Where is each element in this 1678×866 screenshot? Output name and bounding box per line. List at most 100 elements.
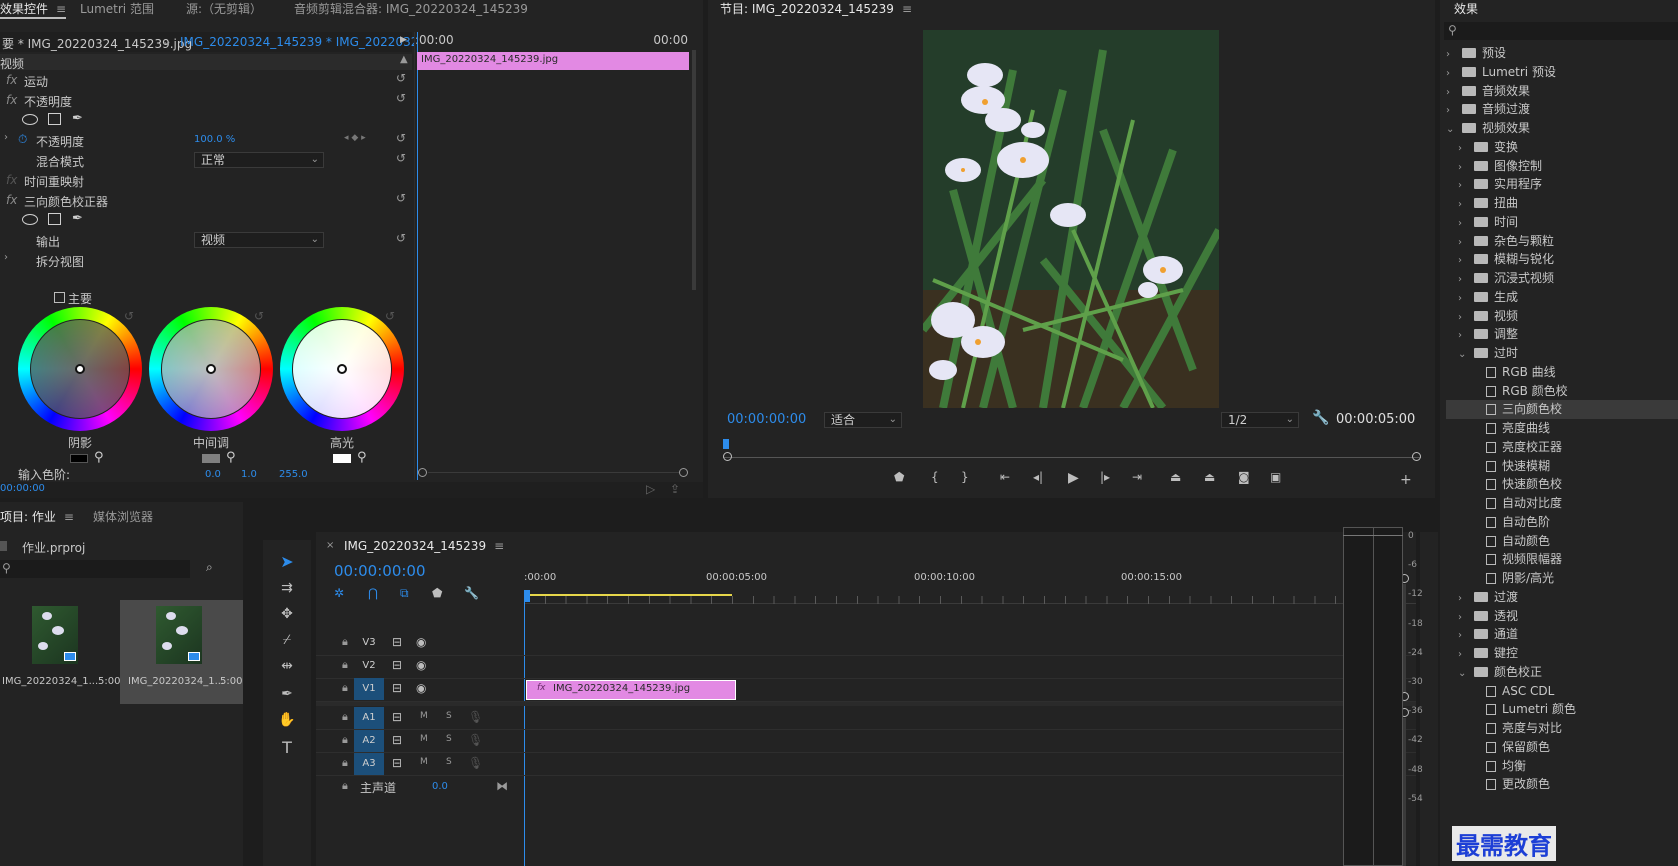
resolution-dropdown[interactable]: 1/2 ⌄ [1221, 412, 1299, 428]
reset-icon[interactable]: ↺ [124, 309, 134, 323]
chevron-right-icon[interactable]: › [1446, 45, 1458, 64]
opacity-value[interactable]: 100.0 % [194, 134, 235, 145]
program-monitor-tab[interactable]: 节目: IMG_20220324_145239 ≡ [720, 0, 912, 17]
fit-dropdown[interactable]: 适合 ⌄ [824, 412, 902, 428]
chevron-right-icon[interactable]: › [1458, 233, 1470, 252]
effects-tree-item[interactable]: RGB 曲线 [1446, 363, 1678, 382]
fx-icon[interactable]: fx [6, 193, 17, 207]
wrench-icon[interactable]: 🔧 [1312, 410, 1329, 426]
program-scrub-bar[interactable] [723, 437, 1421, 461]
chevron-right-icon[interactable]: › [1458, 308, 1470, 327]
master-track-value[interactable]: 0.0 [432, 781, 448, 792]
nest-icon[interactable]: ✲ [334, 586, 344, 600]
midtones-wheel-handle[interactable] [206, 364, 216, 374]
eye-icon[interactable]: ◉ [416, 681, 426, 695]
pen-mask-icon[interactable]: ✒ [72, 211, 83, 226]
chevron-down-icon[interactable]: ⌄ [1458, 345, 1470, 364]
effects-tree-item[interactable]: › 实用程序 [1446, 175, 1678, 194]
lock-icon[interactable]: 🔒︎ [342, 658, 348, 672]
effects-tree-item[interactable]: ⌄ 视频效果 [1446, 119, 1678, 138]
chevron-right-icon[interactable]: › [1458, 289, 1470, 308]
reset-icon[interactable]: ↺ [396, 151, 406, 165]
sync-lock-icon[interactable]: ⊟ [392, 681, 402, 695]
chevron-right-icon[interactable]: › [1458, 158, 1470, 177]
effects-tree-item[interactable]: › 过渡 [1446, 588, 1678, 607]
effects-tree-item[interactable]: › 音频过渡 [1446, 100, 1678, 119]
go-to-end-icon[interactable]: ⧓ [496, 779, 508, 793]
panel-menu-icon[interactable]: ≡ [64, 510, 74, 524]
hand-tool-icon[interactable]: ✋ [263, 712, 311, 736]
sync-lock-icon[interactable]: ⊟ [392, 733, 402, 747]
mini-playhead[interactable] [417, 32, 418, 480]
slip-tool-icon[interactable]: ⇹ [263, 658, 311, 682]
program-timecode[interactable]: 00:00:00:00 [727, 412, 806, 427]
effects-tree-item[interactable]: ⌄ 过时 [1446, 344, 1678, 363]
scrub-track[interactable] [723, 457, 1421, 458]
expand-arrow-icon[interactable]: › [4, 252, 8, 263]
camera-icon[interactable]: ◙ [1238, 470, 1250, 484]
program-video-frame[interactable] [923, 30, 1219, 408]
sequence-dropdown-chevron[interactable]: ⌄ [162, 34, 172, 48]
effects-tree-item[interactable]: 快速模糊 [1446, 457, 1678, 476]
mark-out-icon[interactable]: } [961, 470, 969, 484]
track-target-v1[interactable]: V1 [354, 678, 384, 700]
effects-tree-item[interactable]: › 音频效果 [1446, 82, 1678, 101]
sequence-tab[interactable]: IMG_20220324_145239 ≡ [344, 539, 504, 553]
timeline-vscroll[interactable] [1403, 584, 1406, 692]
pen-mask-icon[interactable]: ✒ [72, 111, 83, 126]
microphone-icon[interactable]: 🎙︎ [468, 710, 483, 724]
tab-media-browser[interactable]: 媒体浏览器 [93, 508, 153, 525]
eyedropper-icon[interactable]: ⚲ [94, 450, 104, 465]
effects-tree-item[interactable]: › 时间 [1446, 213, 1678, 232]
mark-in-icon[interactable]: { [931, 470, 939, 484]
keyframe-nav-icon[interactable]: ◂ ◆ ▸ [344, 133, 366, 143]
solo-icon[interactable]: S [446, 757, 452, 767]
effects-tree-item[interactable]: 三向颜色校 [1446, 400, 1678, 420]
chevron-right-icon[interactable]: › [1458, 589, 1470, 608]
effects-tree-item[interactable]: › 预设 [1446, 44, 1678, 63]
mini-scroll-track[interactable] [428, 472, 679, 473]
lock-icon[interactable]: 🔒︎ [342, 681, 348, 695]
chevron-right-icon[interactable]: › [1458, 251, 1470, 270]
effects-tree-item[interactable]: 自动颜色 [1446, 532, 1678, 551]
effects-tree-item[interactable]: 均衡 [1446, 757, 1678, 776]
track-target-v3[interactable]: V3 [354, 632, 384, 654]
highlights-color-wheel[interactable] [280, 307, 404, 431]
effects-tree-item[interactable]: 自动色阶 [1446, 513, 1678, 532]
sync-lock-icon[interactable]: ⊟ [392, 635, 402, 649]
reset-icon[interactable]: ↺ [396, 91, 406, 105]
row-three-way[interactable]: fx 三向颜色校正器 ↺ [0, 190, 412, 210]
play-icon[interactable]: ▶ [1068, 470, 1079, 486]
shadows-wheel-handle[interactable] [75, 364, 85, 374]
chevron-down-icon[interactable]: ⌄ [1458, 664, 1470, 683]
mute-icon[interactable]: M [420, 757, 428, 767]
effects-tree-item[interactable]: › 视频 [1446, 307, 1678, 326]
play-icon[interactable]: ▶ [400, 35, 407, 45]
pen-tool-icon[interactable]: ✒ [263, 686, 311, 710]
eye-icon[interactable]: ◉ [416, 658, 426, 672]
expand-arrow-icon[interactable]: › [4, 132, 8, 143]
selection-tool-icon[interactable]: ➤ [263, 552, 311, 576]
scrub-playhead[interactable] [723, 439, 729, 449]
input-level-gray[interactable]: 1.0 [241, 469, 257, 480]
effects-tree-item[interactable]: › 变换 [1446, 138, 1678, 157]
master-checkbox[interactable] [54, 292, 65, 303]
chevron-right-icon[interactable]: › [1458, 645, 1470, 664]
output-dropdown[interactable]: 视频 ⌄ [194, 232, 324, 248]
go-to-out-icon[interactable]: ⇥ [1132, 470, 1142, 484]
scrub-start-handle[interactable] [723, 452, 732, 461]
eye-icon[interactable]: ◉ [416, 635, 426, 649]
new-bin-icon[interactable]: ⌕ [206, 560, 213, 575]
panel-menu-icon[interactable]: ≡ [56, 2, 66, 16]
reset-icon[interactable]: ↺ [396, 131, 406, 145]
chevron-right-icon[interactable]: › [1458, 195, 1470, 214]
tab-project[interactable]: 项目: 作业 ≡ [0, 508, 74, 525]
solo-icon[interactable]: S [446, 734, 452, 744]
track-target-a3[interactable]: A3 [354, 753, 384, 775]
mini-clip-bar[interactable]: IMG_20220324_145239.jpg [417, 52, 689, 70]
row-split-view[interactable]: › 拆分视图 [0, 250, 412, 270]
effects-tree-item[interactable]: 快速颜色校 [1446, 475, 1678, 494]
panel-menu-icon[interactable]: ≡ [902, 2, 912, 16]
highlights-swatch[interactable] [333, 454, 351, 463]
lift-icon[interactable]: ⏏ [1170, 470, 1181, 484]
